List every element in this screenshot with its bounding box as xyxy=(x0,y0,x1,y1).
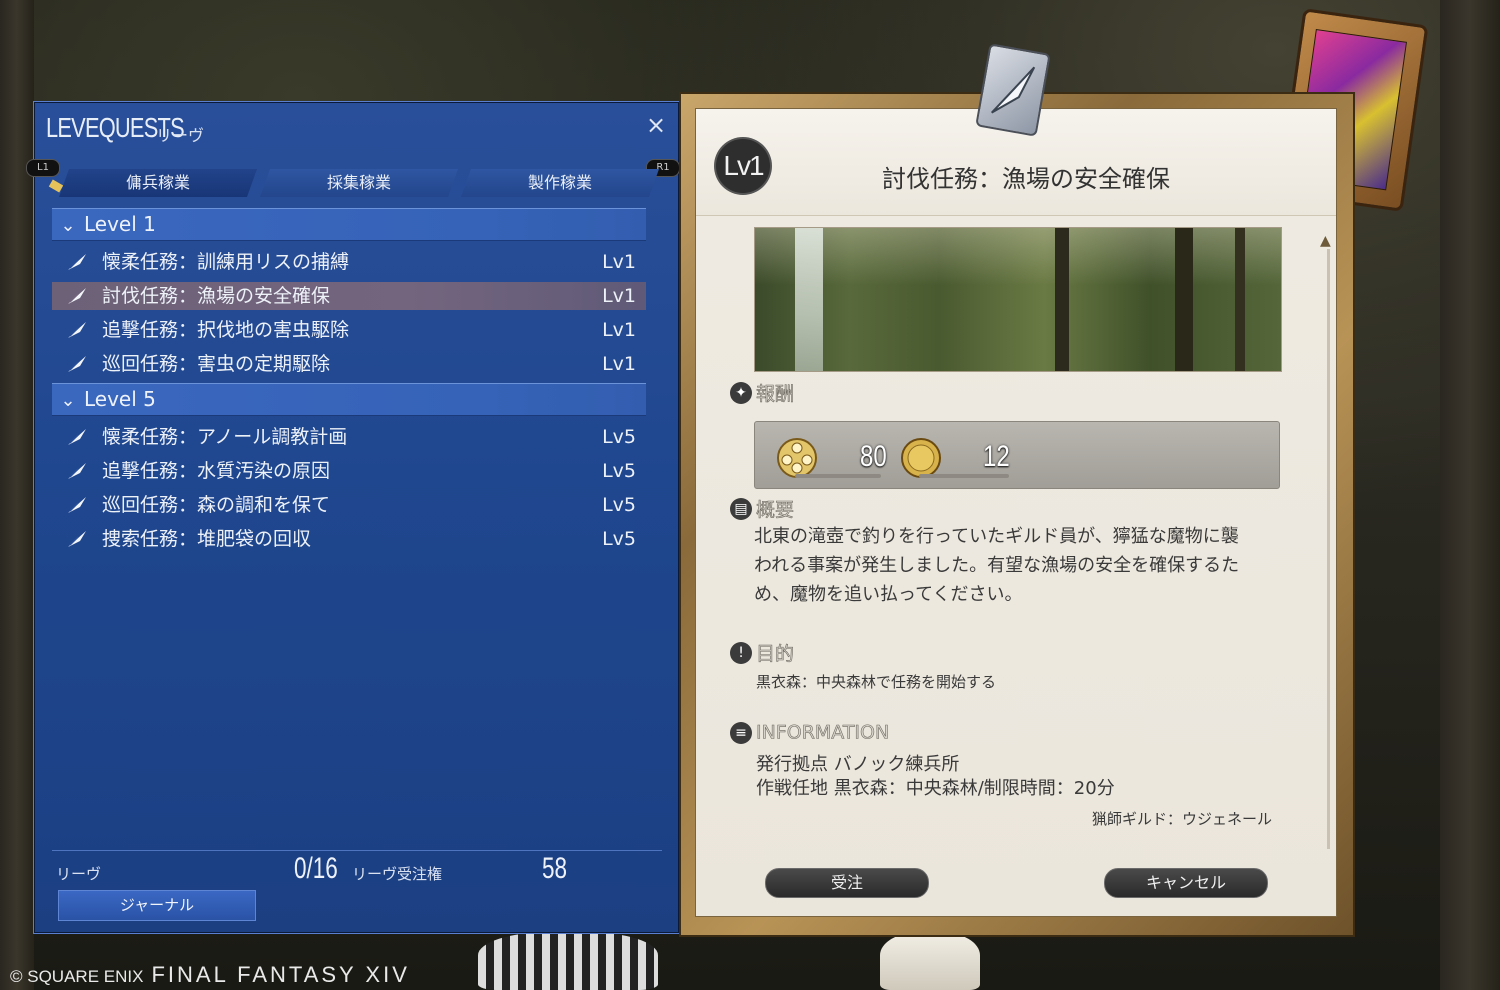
company-copyright: © SQUARE ENIX xyxy=(10,967,144,986)
levequest-window: LEVEQUESTS リーヴ × L1 R1 傭兵稼業 採集稼業 製作稼業 ⌄ L… xyxy=(26,101,680,934)
leve-level: Lv1 xyxy=(602,319,636,341)
document-icon: ≡ xyxy=(730,721,752,744)
cancel-button[interactable]: キャンセル xyxy=(1104,868,1268,898)
leve-level: Lv5 xyxy=(602,494,636,516)
footer-divider xyxy=(52,850,662,851)
tree-trunk xyxy=(1175,228,1193,371)
tab-battlecraft[interactable]: 傭兵稼業 xyxy=(59,169,257,197)
accept-button[interactable]: 受注 xyxy=(765,868,929,898)
leve-name: 懐柔任務：訓練用リスの捕縛 xyxy=(102,251,350,273)
level-group-header[interactable]: ⌄ Level 1 xyxy=(52,208,646,241)
objective-text: 黒衣森：中央森林で任務を開始する xyxy=(756,673,997,691)
summary-line: 北東の滝壺で釣りを行っていたギルド員が、獰猛な魔物に襲 xyxy=(754,526,1239,547)
leve-list-item[interactable]: 懐柔任務：訓練用リスの捕縛 Lv1 xyxy=(52,248,646,276)
leve-detail-window: Lv1 討伐任務：漁場の安全確保 ▲ ✦ 報酬 80 12 ▤ 概要 北東の滝壺… xyxy=(679,92,1355,937)
scroll-up-icon[interactable]: ▲ xyxy=(1320,233,1331,249)
level-group-header[interactable]: ⌄ Level 5 xyxy=(52,383,646,416)
leve-name: 捜索任務：堆肥袋の回収 xyxy=(102,528,312,550)
leve-list-item[interactable]: 懐柔任務：アノール調教計画 Lv5 xyxy=(52,423,646,451)
reward-box: 80 12 xyxy=(754,421,1280,489)
gil-amount: 12 xyxy=(983,440,1010,473)
background-post xyxy=(0,0,34,990)
seal-amount: 80 xyxy=(860,440,887,473)
leve-list-item[interactable]: 巡回任務：森の調和を保て Lv5 xyxy=(52,491,646,519)
tree-trunk xyxy=(1235,228,1245,371)
background-character xyxy=(880,932,980,990)
exclamation-icon: ! xyxy=(730,641,752,664)
leve-level: Lv5 xyxy=(602,426,636,448)
leve-list-item-selected[interactable]: 討伐任務：漁場の安全確保 Lv1 xyxy=(52,282,646,310)
leve-name: 懐柔任務：アノール調教計画 xyxy=(102,426,348,448)
tab-crafting[interactable]: 製作稼業 xyxy=(461,169,659,197)
info-line: 作戦任地 黒衣森：中央森林/制限時間：20分 xyxy=(756,778,1115,799)
background-post xyxy=(1440,0,1500,990)
level-badge: Lv1 xyxy=(716,139,770,193)
reward-heading: ✦ 報酬 xyxy=(730,379,794,406)
active-tab-marker xyxy=(48,179,64,193)
level-group-label: Level 5 xyxy=(84,387,156,411)
book-icon: ▤ xyxy=(730,497,752,520)
leve-name: 追撃任務：択伐地の害虫駆除 xyxy=(102,319,350,341)
objective-heading: ! 目的 xyxy=(730,639,794,666)
copyright: © SQUARE ENIX FINAL FANTASY XIV xyxy=(10,962,410,988)
leve-count-value: 0/16 xyxy=(294,852,338,885)
leve-level: Lv5 xyxy=(602,528,636,550)
info-line: 発行拠点 バノック練兵所 xyxy=(756,754,960,775)
quill-icon xyxy=(991,66,1036,114)
game-logo-text: FINAL FANTASY XIV xyxy=(151,962,410,987)
leve-name: 巡回任務：害虫の定期駆除 xyxy=(102,353,331,375)
leve-name: 巡回任務：森の調和を保て xyxy=(102,494,331,516)
leve-level: Lv1 xyxy=(602,353,636,375)
close-icon[interactable]: × xyxy=(643,112,669,138)
chevron-down-icon: ⌄ xyxy=(60,215,76,236)
leve-list-item[interactable]: 追撃任務：択伐地の害虫駆除 Lv1 xyxy=(52,316,646,344)
quill-icon xyxy=(68,463,86,479)
tree-trunk xyxy=(1055,228,1069,371)
tab-gathering[interactable]: 採集稼業 xyxy=(260,169,458,197)
leve-location-image xyxy=(754,227,1282,372)
reward-underline xyxy=(919,474,1009,478)
leve-count-label: リーヴ xyxy=(56,865,102,883)
leve-allowance-value: 58 xyxy=(542,852,568,885)
window-subtitle: リーヴ xyxy=(156,126,205,145)
chevron-down-icon: ⌄ xyxy=(60,390,76,411)
reward-icon: ✦ xyxy=(730,381,752,404)
information-heading: ≡ INFORMATION xyxy=(730,721,890,744)
background-character xyxy=(478,932,658,990)
reward-underline xyxy=(795,474,881,478)
quill-icon xyxy=(68,497,86,513)
leve-name: 追撃任務：水質汚染の原因 xyxy=(102,460,331,482)
leve-level: Lv1 xyxy=(602,251,636,273)
leve-name: 討伐任務：漁場の安全確保 xyxy=(102,285,331,307)
scrollbar-track[interactable] xyxy=(1327,249,1330,849)
leve-list-item[interactable]: 巡回任務：害虫の定期駆除 Lv1 xyxy=(52,350,646,378)
issuer-text: 猟師ギルド：ウジェネール xyxy=(1092,810,1273,828)
leve-level: Lv1 xyxy=(602,285,636,307)
leve-list-item[interactable]: 捜索任務：堆肥袋の回収 Lv5 xyxy=(52,525,646,553)
quill-icon xyxy=(68,322,86,338)
summary-line: われる事案が発生しました。有望な漁場の安全を確保するた xyxy=(754,555,1240,576)
journal-button[interactable]: ジャーナル xyxy=(58,890,256,921)
leve-list-item[interactable]: 追撃任務：水質汚染の原因 Lv5 xyxy=(52,457,646,485)
summary-heading: ▤ 概要 xyxy=(730,495,794,522)
quill-icon xyxy=(68,429,86,445)
waterfall xyxy=(795,228,823,371)
quill-icon xyxy=(68,288,86,304)
detail-title: 討伐任務：漁場の安全確保 xyxy=(882,165,1170,193)
l1-shoulder-hint: L1 xyxy=(26,159,60,177)
quill-icon xyxy=(68,531,86,547)
quill-icon xyxy=(68,254,86,270)
quill-icon xyxy=(68,356,86,372)
leve-level: Lv5 xyxy=(602,460,636,482)
summary-line: め、魔物を追い払ってください。 xyxy=(754,584,1023,605)
detail-parchment: Lv1 討伐任務：漁場の安全確保 ▲ ✦ 報酬 80 12 ▤ 概要 北東の滝壺… xyxy=(695,108,1337,917)
leve-allowance-label: リーヴ受注権 xyxy=(352,865,443,883)
level-group-label: Level 1 xyxy=(84,212,156,236)
